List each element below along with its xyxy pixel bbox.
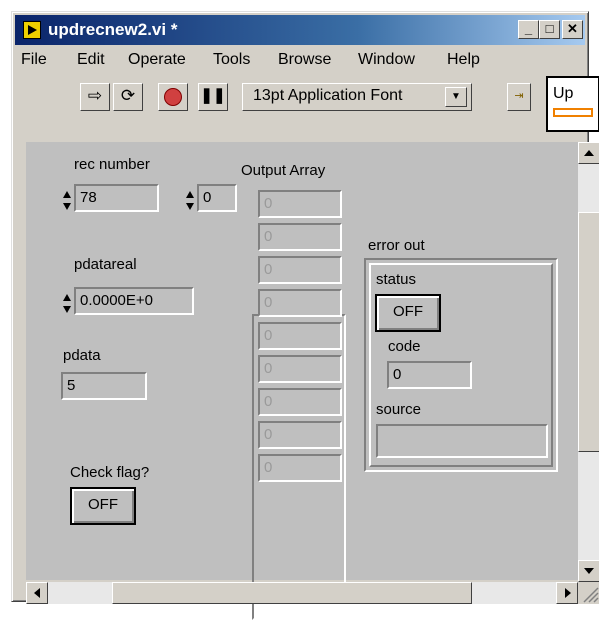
error-out-label: error out: [368, 237, 425, 254]
horizontal-scroll-thumb[interactable]: [112, 582, 472, 604]
left-arrow-icon: [34, 588, 40, 598]
run-continuously-icon[interactable]: ⟳: [113, 83, 143, 111]
code-label: code: [388, 338, 421, 355]
pdatareal-label: pdatareal: [74, 256, 137, 273]
menu-window[interactable]: Window: [358, 51, 415, 69]
output-array-element[interactable]: 0: [258, 322, 342, 350]
vi-connector-icon[interactable]: Up: [546, 76, 599, 132]
vertical-scroll-thumb[interactable]: [578, 212, 599, 452]
right-arrow-icon: [565, 588, 571, 598]
output-array-element[interactable]: 0: [258, 454, 342, 482]
horizontal-scrollbar[interactable]: [26, 582, 578, 604]
scroll-up-button[interactable]: [578, 142, 599, 164]
check-flag-button[interactable]: OFF: [70, 487, 136, 525]
toolbar: ⇨ ⟳ ❚❚ 13pt Application Font ▼ ⇥: [15, 76, 535, 116]
menu-help[interactable]: Help: [447, 51, 480, 69]
code-field: 0: [387, 361, 472, 389]
output-array-element[interactable]: 0: [258, 388, 342, 416]
status-label: status: [376, 271, 417, 288]
vi-icon-text: Up: [553, 85, 574, 102]
array-index-field[interactable]: 0: [197, 184, 237, 212]
scroll-right-button[interactable]: [556, 582, 578, 604]
title-bar[interactable]: updrecnew2.vi * _ □ ✕: [15, 15, 585, 45]
output-array-element[interactable]: 0: [258, 421, 342, 449]
rec-number-field[interactable]: 78: [74, 184, 159, 212]
index-increment-icon[interactable]: [186, 187, 195, 215]
pause-icon[interactable]: ❚❚: [198, 83, 228, 111]
pdata-field: 5: [61, 372, 147, 400]
output-array-element[interactable]: 0: [258, 223, 342, 251]
check-flag-label: Check flag?: [70, 464, 150, 481]
labview-vi-icon: [23, 21, 41, 39]
rec-number-label: rec number: [74, 156, 150, 173]
menu-browse[interactable]: Browse: [278, 51, 331, 69]
source-field: [376, 424, 548, 458]
pdatareal-field[interactable]: 0.0000E+0: [74, 287, 194, 315]
vi-icon-bar: [553, 108, 593, 117]
resize-grip-icon[interactable]: [578, 582, 599, 604]
status-indicator: OFF: [375, 294, 441, 332]
output-array-label: Output Array: [241, 162, 326, 179]
output-array-element[interactable]: 0: [258, 289, 342, 317]
down-arrow-icon: [584, 568, 594, 574]
vertical-scrollbar[interactable]: [578, 142, 599, 582]
font-select[interactable]: 13pt Application Font ▼: [242, 83, 472, 111]
run-arrow-icon[interactable]: ⇨: [80, 83, 110, 111]
up-arrow-icon: [584, 150, 594, 156]
scroll-left-button[interactable]: [26, 582, 48, 604]
output-array-element[interactable]: 0: [258, 256, 342, 284]
output-array-element[interactable]: 0: [258, 355, 342, 383]
abort-icon[interactable]: [158, 83, 188, 111]
pdata-label: pdata: [63, 347, 101, 364]
scroll-down-button[interactable]: [578, 560, 599, 582]
align-objects-icon[interactable]: ⇥: [507, 83, 531, 111]
menu-file[interactable]: File: [21, 51, 47, 69]
front-panel: rec number 78 0 Output Array 0 0 0 0 0 0…: [26, 142, 578, 620]
pdatareal-increment-icon[interactable]: [63, 290, 72, 318]
minimize-button[interactable]: _: [518, 20, 539, 39]
menu-edit[interactable]: Edit: [77, 51, 105, 69]
menu-operate[interactable]: Operate: [128, 51, 186, 69]
vi-window: updrecnew2.vi * _ □ ✕ File Edit Operate …: [11, 11, 599, 620]
font-select-value: 13pt Application Font: [253, 87, 403, 104]
chevron-down-icon[interactable]: ▼: [445, 87, 467, 107]
rec-number-increment-icon[interactable]: [63, 187, 72, 215]
close-button[interactable]: ✕: [562, 20, 583, 39]
maximize-button[interactable]: □: [539, 20, 560, 39]
source-label: source: [376, 401, 422, 418]
menu-bar: File Edit Operate Tools Browse Window He…: [15, 48, 535, 74]
menu-tools[interactable]: Tools: [213, 51, 250, 69]
output-array-element[interactable]: 0: [258, 190, 342, 218]
window-title: updrecnew2.vi *: [48, 20, 178, 39]
